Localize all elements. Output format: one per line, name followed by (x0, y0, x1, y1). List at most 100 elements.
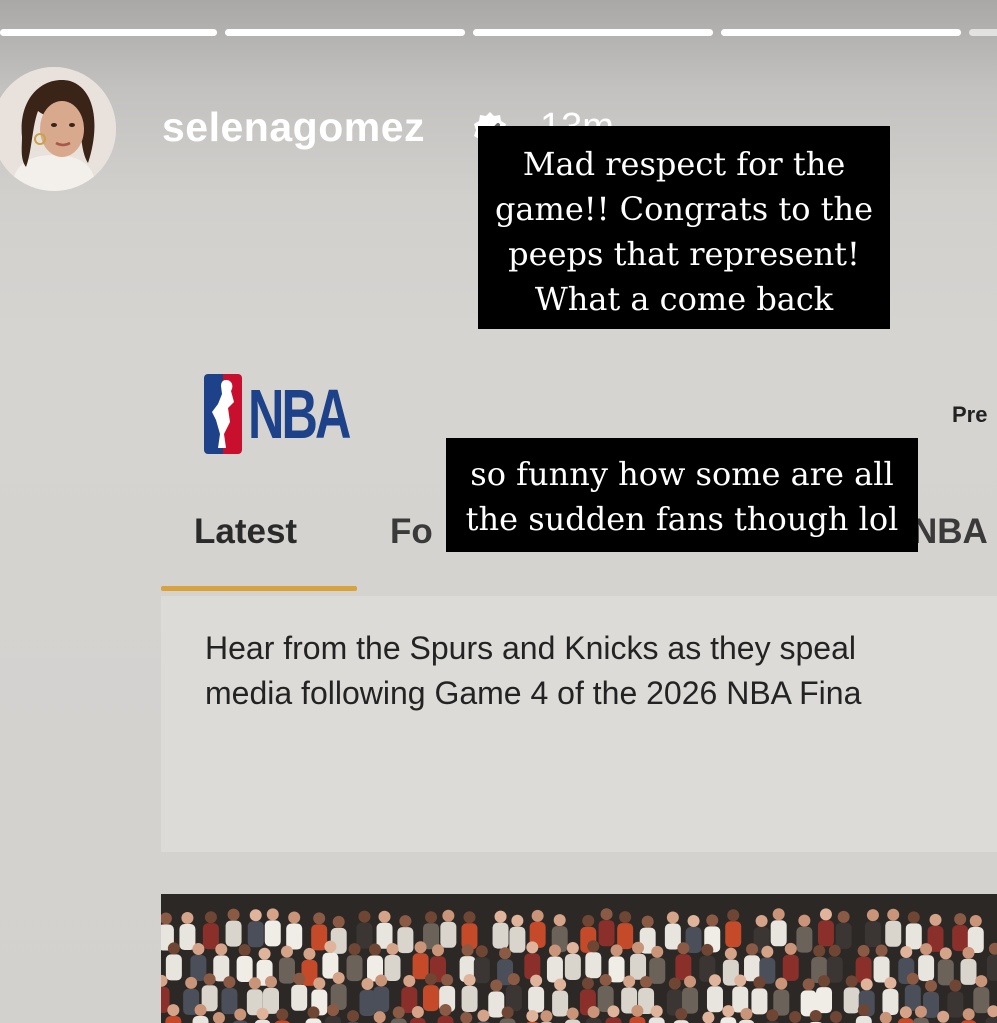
crowd-person-body (509, 926, 526, 953)
crowd-person-head (258, 947, 271, 960)
crowd-person-body (912, 1017, 929, 1023)
crowd-person-body (286, 923, 303, 950)
video-thumbnail[interactable] (161, 894, 997, 1023)
crowd-person-body (409, 1017, 426, 1023)
crowd-person-head (167, 942, 180, 955)
story-progress-4 (721, 29, 961, 36)
crowd-person-body (384, 954, 401, 981)
crowd-person-body (247, 921, 264, 948)
crowd-person-head (962, 946, 975, 959)
nba-logoman-icon (204, 374, 242, 454)
tab-partial-second[interactable]: Fo (390, 512, 433, 552)
crowd-person-body (165, 1016, 182, 1023)
crowd-person-body (440, 921, 457, 948)
crowd-person-head (706, 914, 719, 927)
crowd-person-body (864, 921, 881, 948)
crowd-person-head (248, 977, 261, 990)
article-card[interactable]: Hear from the Spurs and Knicks as they s… (161, 596, 997, 852)
crowd-person-head (441, 973, 454, 986)
crowd-person-body (952, 925, 969, 952)
crowd-person-head (369, 943, 382, 956)
crowd-person-head (813, 944, 826, 957)
crowd-person-head (789, 1010, 802, 1023)
crowd-person-head (675, 1008, 688, 1021)
crowd-person-head (234, 1008, 247, 1021)
crowd-person-body (855, 1016, 872, 1023)
crowd-person-head (798, 914, 811, 927)
crowd-person-head (914, 1005, 927, 1018)
crowd-person-head (766, 1009, 779, 1022)
crowd-person-body (605, 1017, 622, 1023)
crowd-person-head (313, 912, 326, 925)
crowd-person-head (587, 1006, 600, 1019)
story-caption-top: Mad respect for the game!! Congrats to t… (478, 126, 890, 329)
crowd-person-head (677, 942, 690, 955)
crowd-person-head (192, 943, 205, 956)
crowd-person-head (554, 978, 567, 991)
crowd-person-body (422, 985, 439, 1012)
crowd-person-head (734, 974, 747, 987)
crowd-person-head (223, 976, 236, 989)
crowd-person-body (882, 989, 899, 1016)
tab-partial-third[interactable]: NBA (912, 512, 988, 552)
crowd-person-head (439, 1004, 452, 1017)
crowd-person-head (280, 945, 293, 958)
crowd-person-head (463, 911, 476, 924)
crowd-person-head (348, 943, 361, 956)
crowd-person-head (809, 1010, 822, 1023)
crowd-person-head (566, 1007, 579, 1020)
crowd-person-head (887, 908, 900, 921)
crowd-person-head (265, 975, 278, 988)
crowd-person-body (706, 986, 723, 1013)
crowd-person-head (753, 976, 766, 989)
crowd-person-head (802, 978, 815, 991)
crowd-person-body (796, 926, 813, 953)
crowd-person-head (666, 911, 679, 924)
crowd-person-head (490, 979, 503, 992)
crowd-person-head (929, 913, 942, 926)
crowd-person-head (724, 947, 737, 960)
story-progress-5 (969, 29, 997, 36)
crowd-person-head (432, 944, 445, 957)
crowd-person-head (307, 1006, 320, 1019)
avatar-portrait-icon (0, 67, 116, 191)
caption-bottom-line-2: the sudden fans though lol (465, 500, 899, 538)
crowd-person-body (648, 1017, 665, 1023)
crowd-person-head (939, 947, 952, 960)
crowd-person-head (631, 1004, 644, 1017)
crowd-person-head (818, 975, 831, 988)
crowd-person-head (256, 1007, 269, 1020)
nav-link-partial[interactable]: Pre (952, 402, 987, 428)
story-progress-2 (225, 29, 465, 36)
crowd-person-head (494, 910, 507, 923)
tab-latest[interactable]: Latest (194, 512, 297, 552)
crowd-person-body (725, 921, 742, 948)
story-caption-bottom: so funny how some are all the sudden fan… (446, 438, 918, 552)
article-headline[interactable]: Hear from the Spurs and Knicks as they s… (205, 626, 997, 716)
crowd-person-head (238, 943, 251, 956)
crowd-person-body (359, 990, 376, 1017)
crowd-person-head (378, 910, 391, 923)
crowd-person-head (954, 913, 967, 926)
crowd-person-head (937, 1010, 950, 1023)
crowd-person-body (585, 1018, 602, 1023)
crowd-person-body (552, 990, 569, 1017)
crowd-person-head (185, 976, 198, 989)
crowd-person-head (442, 909, 455, 922)
crowd-person-body (918, 955, 935, 982)
profile-avatar[interactable] (0, 67, 116, 191)
crowd-person-head (499, 947, 512, 960)
crowd-person-body (835, 922, 852, 949)
crowd-person-head (920, 943, 933, 956)
crowd-person-head (772, 908, 785, 921)
crowd-person-head (386, 942, 399, 955)
crowd-person-head (463, 974, 476, 987)
crowd-person-body (461, 986, 478, 1013)
crowd-person-head (375, 974, 388, 987)
crowd-person-body (585, 952, 602, 979)
crowd-person-head (266, 908, 279, 921)
crowd-person-head (761, 945, 774, 958)
crowd-person-head (403, 974, 416, 987)
story-username[interactable]: selenagomez (162, 104, 425, 151)
crowd-person-head (194, 1004, 207, 1017)
